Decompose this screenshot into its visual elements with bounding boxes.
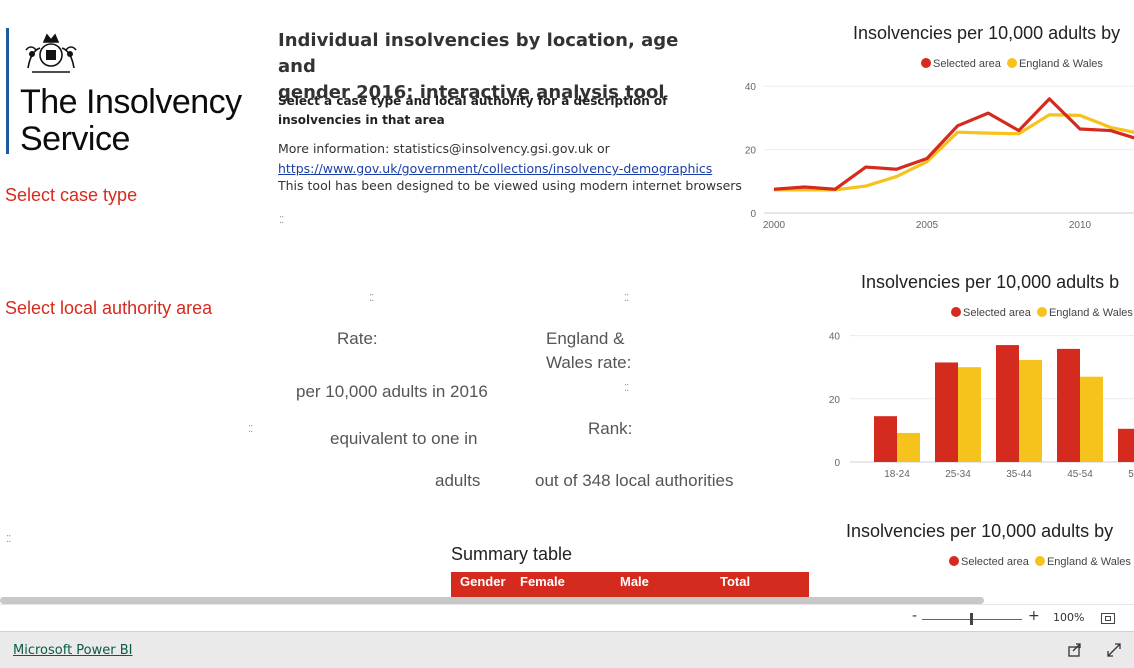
bar-selected (874, 416, 897, 462)
legend-swatch-ew (1036, 307, 1047, 317)
legend-ew-label: England & Wales (1046, 556, 1131, 568)
gender-chart-title: Insolvencies per 10,000 adults by (846, 521, 1114, 541)
x-tick-label: 35-44 (1006, 469, 1032, 480)
x-tick-label: 2005 (916, 220, 939, 231)
y-tick-label: 20 (745, 146, 757, 157)
loading-spinner-icon: ⁚⁚ (624, 293, 629, 304)
y-tick-label: 40 (745, 82, 757, 93)
table-header-gender[interactable]: Gender (460, 574, 506, 589)
x-tick-label: 55-64 (1128, 469, 1134, 480)
royal-crest-icon (20, 28, 82, 80)
page-subtitle: Select a case type and local authority f… (278, 92, 698, 130)
title-line-1: Individual insolvencies by location, age… (278, 30, 679, 77)
per-adults-label: per 10,000 adults in 2016 (296, 382, 488, 401)
info-contact: More information: statistics@insolvency.… (278, 141, 610, 156)
equivalent-label: equivalent to one in (330, 429, 478, 448)
ew-rate-label: England & Wales rate: (546, 327, 631, 375)
browser-note: This tool has been designed to be viewed… (278, 178, 742, 193)
loading-spinner-icon: ⁚⁚ (624, 383, 629, 394)
loading-spinner-icon: ⁚⁚ (6, 534, 11, 545)
subtitle-line-2: insolvencies in that area (278, 113, 445, 127)
legend-swatch-selected (951, 307, 961, 317)
rank-label: Rank: (588, 419, 633, 438)
y-tick-label: 40 (829, 332, 841, 343)
legend-swatch-selected (949, 556, 959, 566)
share-icon[interactable] (1067, 642, 1083, 658)
legend-selected-label: Selected area (933, 58, 1001, 70)
bar-chart-title: Insolvencies per 10,000 adults b (861, 272, 1120, 292)
bar-selected (935, 362, 958, 462)
powerbi-link[interactable]: Microsoft Power BI (13, 643, 132, 658)
bar-selected (996, 345, 1019, 462)
zoom-bar: - + 100% (0, 604, 1134, 631)
logo-line-2: Service (20, 120, 130, 158)
powerbi-footer: Microsoft Power BI (0, 631, 1134, 668)
line-chart-legend: Selected area England & Wales (921, 58, 1103, 70)
bar-england-wales (1080, 376, 1103, 462)
zoom-out-button[interactable]: - (912, 608, 917, 624)
loading-spinner-icon: ⁚⁚ (279, 215, 284, 226)
subtitle-line-1: Select a case type and local authority f… (278, 94, 668, 108)
table-header-male[interactable]: Male (620, 574, 649, 589)
table-header-female[interactable]: Female (520, 574, 565, 589)
gender-chart-legend: Selected area England & Wales (949, 556, 1131, 568)
x-tick-label: 25-34 (945, 469, 971, 480)
logo-line-1: The Insolvency (20, 83, 242, 121)
legend-selected-label: Selected area (963, 307, 1031, 319)
bar-chart-legend: Selected area England & Wales (951, 307, 1133, 319)
zoom-in-button[interactable]: + (1028, 608, 1040, 624)
local-authority-slicer-label[interactable]: Select local authority area (5, 298, 212, 319)
line-chart-title: Insolvencies per 10,000 adults by (853, 23, 1121, 43)
bar-england-wales (1019, 359, 1042, 462)
rate-label: Rate: (337, 329, 378, 348)
legend-ew-label: England & Wales (1048, 307, 1133, 319)
table-header-total[interactable]: Total (720, 574, 750, 589)
fullscreen-icon[interactable] (1106, 642, 1122, 658)
y-tick-label: 20 (829, 395, 841, 406)
bar-chart[interactable]: 0 20 40 18-24 25-34 35-44 45-54 55-64 (810, 322, 1134, 484)
x-tick-label: 18-24 (884, 469, 910, 480)
x-tick-label: 45-54 (1067, 469, 1093, 480)
line-chart[interactable]: 0 20 40 2000 2005 2010 (730, 74, 1134, 234)
bar-selected (1057, 348, 1080, 462)
y-tick-label: 0 (834, 458, 840, 469)
y-tick-label: 0 (750, 209, 756, 220)
bar-england-wales (897, 432, 920, 462)
zoom-slider-thumb[interactable] (970, 613, 973, 625)
legend-swatch-selected (921, 58, 931, 68)
series-line-selected (773, 97, 1134, 191)
legend-swatch-ew (1034, 556, 1045, 566)
ew-rate-line-1: England & (546, 329, 625, 348)
logo-accent-bar (6, 28, 9, 154)
series-line-england-wales (774, 113, 1134, 192)
demographics-link[interactable]: https://www.gov.uk/government/collection… (278, 161, 712, 176)
report-canvas: The Insolvency Service Select case type … (0, 0, 1134, 600)
bar-england-wales (958, 367, 981, 462)
loading-spinner-icon: ⁚⁚ (369, 293, 374, 304)
fit-to-page-icon[interactable] (1101, 613, 1115, 624)
x-tick-label: 2010 (1069, 220, 1092, 231)
zoom-level: 100% (1053, 611, 1085, 624)
logo-wordmark: The Insolvency Service (20, 84, 242, 158)
out-of-label: out of 348 local authorities (535, 471, 734, 490)
horizontal-scrollbar[interactable] (0, 597, 984, 604)
bar-selected (1118, 428, 1134, 462)
legend-selected-label: Selected area (961, 556, 1029, 568)
ew-rate-line-2: Wales rate: (546, 353, 632, 372)
loading-spinner-icon: ⁚⁚ (248, 424, 253, 435)
summary-table-header: Gender Female Male Total (451, 572, 809, 600)
summary-table-title: Summary table (451, 544, 573, 564)
info-block: More information: statistics@insolvency.… (278, 139, 742, 196)
legend-swatch-ew (1006, 58, 1017, 68)
x-tick-label: 2000 (763, 220, 786, 231)
case-type-slicer-label[interactable]: Select case type (5, 185, 137, 206)
adults-label: adults (435, 471, 481, 490)
legend-ew-label: England & Wales (1018, 58, 1103, 70)
